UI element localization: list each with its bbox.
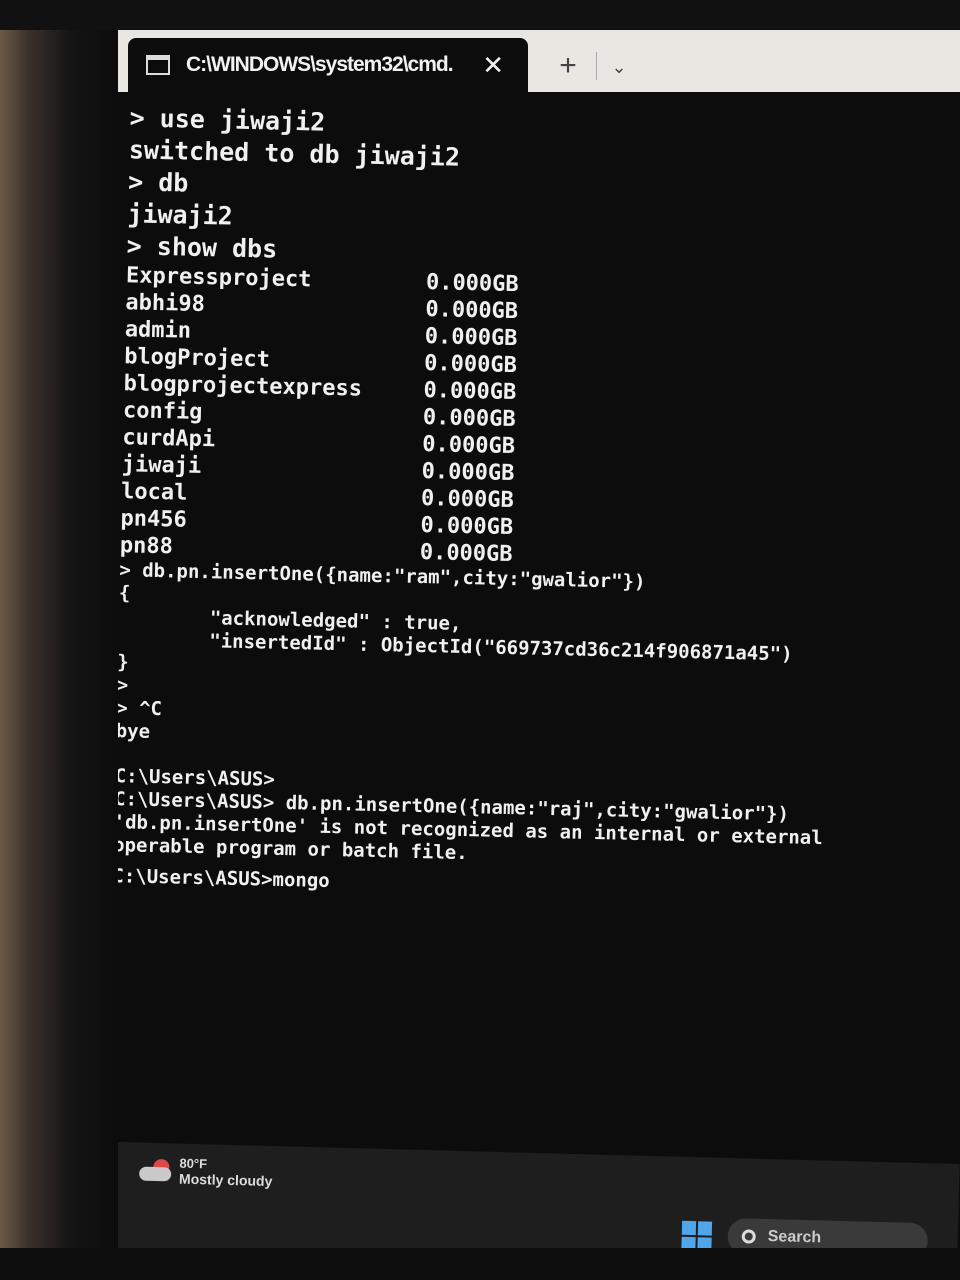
windows-logo-pane	[681, 1236, 696, 1248]
windows-logo-pane	[697, 1221, 713, 1236]
terminal-tab[interactable]: C:\WINDOWS\system32\cmd. ✕	[128, 38, 528, 92]
database-size: 0.000GB	[420, 512, 514, 541]
database-size: 0.000GB	[425, 297, 519, 325]
database-size: 0.000GB	[423, 351, 518, 379]
tab-separator	[596, 52, 597, 80]
weather-widget[interactable]: 80°F Mostly cloudy	[139, 1155, 273, 1189]
photo-background	[0, 0, 118, 1280]
database-size: 0.000GB	[422, 405, 516, 433]
start-button[interactable]	[681, 1220, 713, 1248]
cloud-icon	[139, 1158, 174, 1183]
screen: C:\WINDOWS\system32\cmd. ✕ + ⌄ > use jiw…	[118, 30, 960, 1248]
database-size: 0.000GB	[425, 270, 519, 298]
new-tab-button[interactable]: +	[548, 46, 588, 86]
search-placeholder: Search	[767, 1228, 822, 1247]
database-size: 0.000GB	[424, 324, 518, 352]
database-size: 0.000GB	[423, 378, 517, 406]
close-tab-button[interactable]: ✕	[482, 50, 504, 81]
database-size: 0.000GB	[419, 539, 513, 568]
tab-dropdown-button[interactable]: ⌄	[604, 50, 634, 84]
cloud-shape	[139, 1166, 172, 1181]
cmd-icon	[146, 55, 170, 75]
title-bar: C:\WINDOWS\system32\cmd. ✕ + ⌄	[118, 30, 960, 92]
weather-text: 80°F Mostly cloudy	[179, 1156, 273, 1189]
weather-description: Mostly cloudy	[178, 1170, 273, 1190]
search-icon	[741, 1229, 756, 1244]
console-output[interactable]: > use jiwaji2 switched to db jiwaji2 > d…	[118, 102, 960, 1171]
tab-title: C:\WINDOWS\system32\cmd.	[186, 53, 454, 76]
database-size: 0.000GB	[421, 458, 515, 487]
screen-bezel-top	[0, 0, 960, 30]
database-size: 0.000GB	[420, 485, 515, 514]
taskbar-search[interactable]: Search	[727, 1217, 929, 1248]
windows-logo-pane	[697, 1237, 712, 1248]
screen-bezel-bottom	[0, 1248, 960, 1280]
database-list: Expressproject 0.000GB abhi98 0.000GB ad…	[120, 262, 945, 577]
windows-logo-pane	[681, 1220, 697, 1236]
database-size: 0.000GB	[422, 431, 516, 460]
